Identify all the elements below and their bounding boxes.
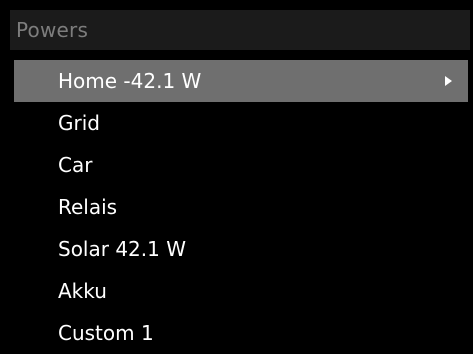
menu-list: Home -42.1 W Grid Car Relais Solar 42.1 … bbox=[14, 60, 468, 354]
menu-header: Powers bbox=[10, 10, 470, 50]
menu-item-akku[interactable]: Akku bbox=[14, 270, 468, 312]
menu-item-relais[interactable]: Relais bbox=[14, 186, 468, 228]
menu-item-home[interactable]: Home -42.1 W bbox=[14, 60, 468, 102]
menu-item-label: Relais bbox=[58, 195, 118, 219]
menu-item-custom-1[interactable]: Custom 1 bbox=[14, 312, 468, 354]
chevron-right-icon bbox=[445, 76, 452, 86]
menu-item-car[interactable]: Car bbox=[14, 144, 468, 186]
menu-item-label: Car bbox=[58, 153, 93, 177]
menu-item-label: Solar 42.1 W bbox=[58, 237, 186, 261]
menu-item-label: Akku bbox=[58, 279, 107, 303]
menu-item-label: Grid bbox=[58, 111, 100, 135]
menu-item-label: Custom 1 bbox=[58, 321, 154, 345]
menu-item-label: Home -42.1 W bbox=[58, 69, 202, 93]
menu-item-solar[interactable]: Solar 42.1 W bbox=[14, 228, 468, 270]
menu-panel: Powers Home -42.1 W Grid Car Relais Sola… bbox=[10, 6, 470, 354]
page-title: Powers bbox=[16, 18, 89, 42]
menu-item-grid[interactable]: Grid bbox=[14, 102, 468, 144]
device-screen: Powers Home -42.1 W Grid Car Relais Sola… bbox=[0, 0, 473, 354]
